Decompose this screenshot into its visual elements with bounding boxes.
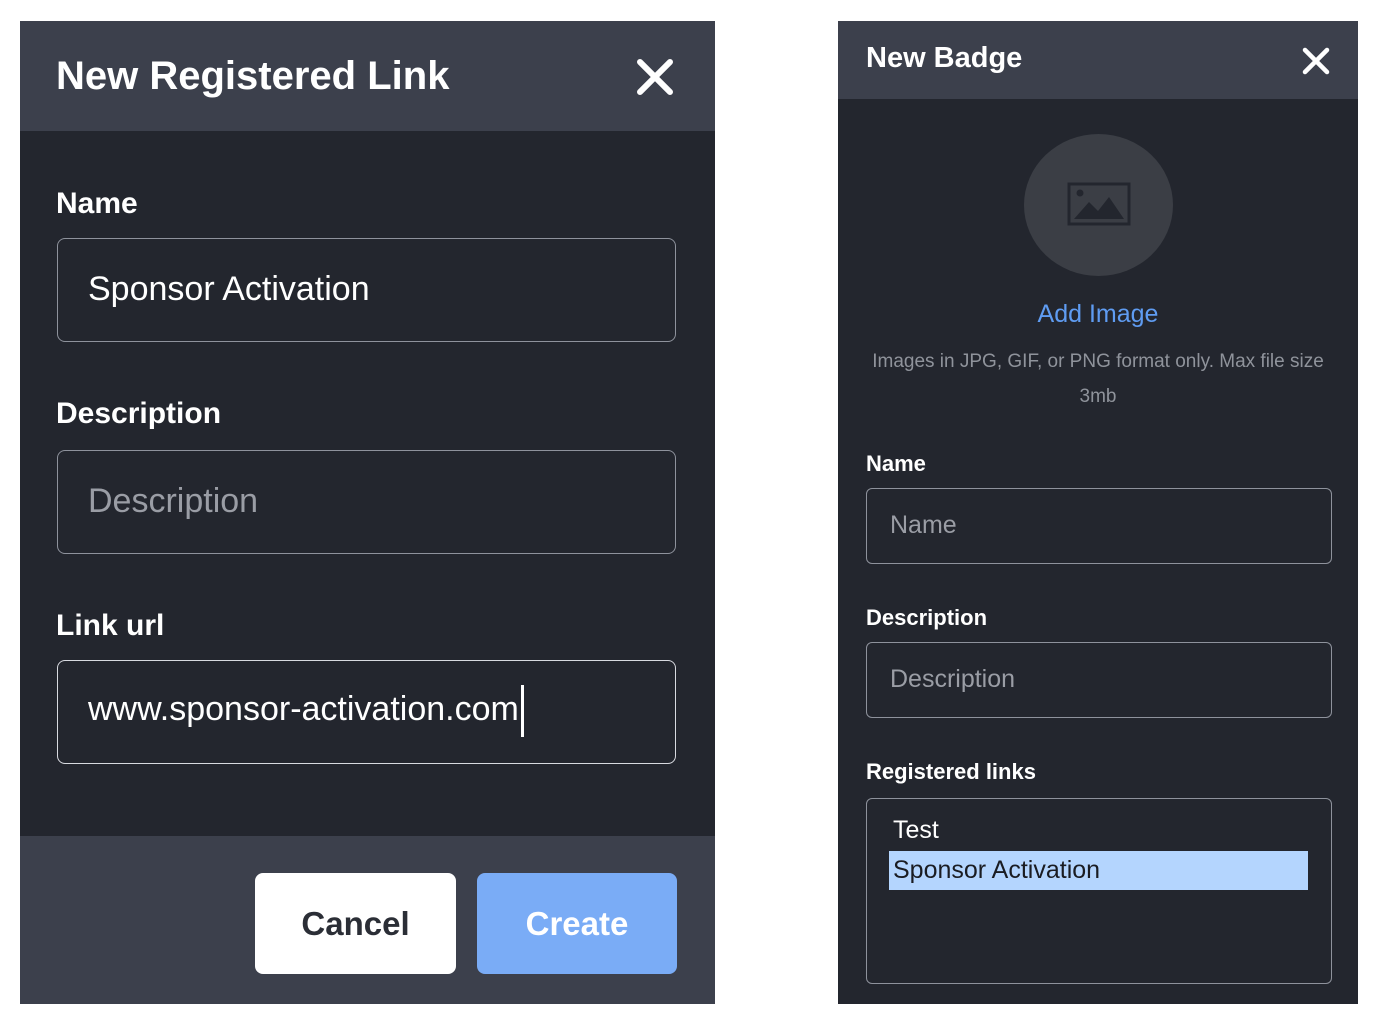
registered-link-modal: New Registered Link Name Sponsor Activat… — [20, 21, 715, 1004]
modal-footer: Cancel Create — [20, 836, 715, 1004]
name-input-value: Sponsor Activation — [88, 270, 370, 308]
link-url-text: www.sponsor-activation.com — [88, 689, 519, 728]
description-input[interactable]: Description — [57, 450, 676, 554]
create-button[interactable]: Create — [477, 873, 677, 974]
close-icon[interactable] — [636, 58, 674, 96]
link-url-input-value: www.sponsor-activation.com — [88, 685, 524, 737]
modal-title: New Badge — [866, 42, 1023, 74]
name-label: Name — [56, 187, 138, 220]
list-item-selected[interactable]: Sponsor Activation — [889, 851, 1308, 890]
name-input-placeholder: Name — [890, 511, 957, 539]
text-caret — [520, 685, 524, 737]
registered-links-label: Registered links — [866, 759, 1036, 784]
close-icon[interactable] — [1302, 47, 1330, 75]
description-input-placeholder: Description — [890, 665, 1016, 693]
description-input[interactable]: Description — [866, 642, 1332, 718]
description-input-placeholder: Description — [88, 482, 259, 520]
description-label: Description — [56, 397, 222, 430]
modal-header: New Registered Link — [20, 21, 715, 131]
badge-modal: New Badge Add Image Images in JPG, GIF, … — [838, 21, 1358, 1004]
image-format-hint: Images in JPG, GIF, or PNG format only. … — [872, 351, 1324, 407]
name-label: Name — [866, 451, 926, 476]
badge-image-upload[interactable] — [1024, 134, 1173, 276]
add-image-link[interactable]: Add Image — [838, 300, 1358, 329]
modal-title: New Registered Link — [56, 54, 450, 98]
link-url-label: Link url — [56, 609, 165, 642]
registered-links-listbox[interactable]: Test Sponsor Activation — [866, 798, 1332, 984]
link-url-input[interactable]: www.sponsor-activation.com — [57, 660, 676, 764]
modal-header: New Badge — [838, 21, 1358, 99]
name-input[interactable]: Sponsor Activation — [57, 238, 676, 342]
cancel-button[interactable]: Cancel — [255, 873, 456, 974]
list-item[interactable]: Test — [889, 811, 1308, 850]
description-label: Description — [866, 605, 988, 630]
image-placeholder-icon — [1067, 182, 1131, 226]
name-input[interactable]: Name — [866, 488, 1332, 564]
